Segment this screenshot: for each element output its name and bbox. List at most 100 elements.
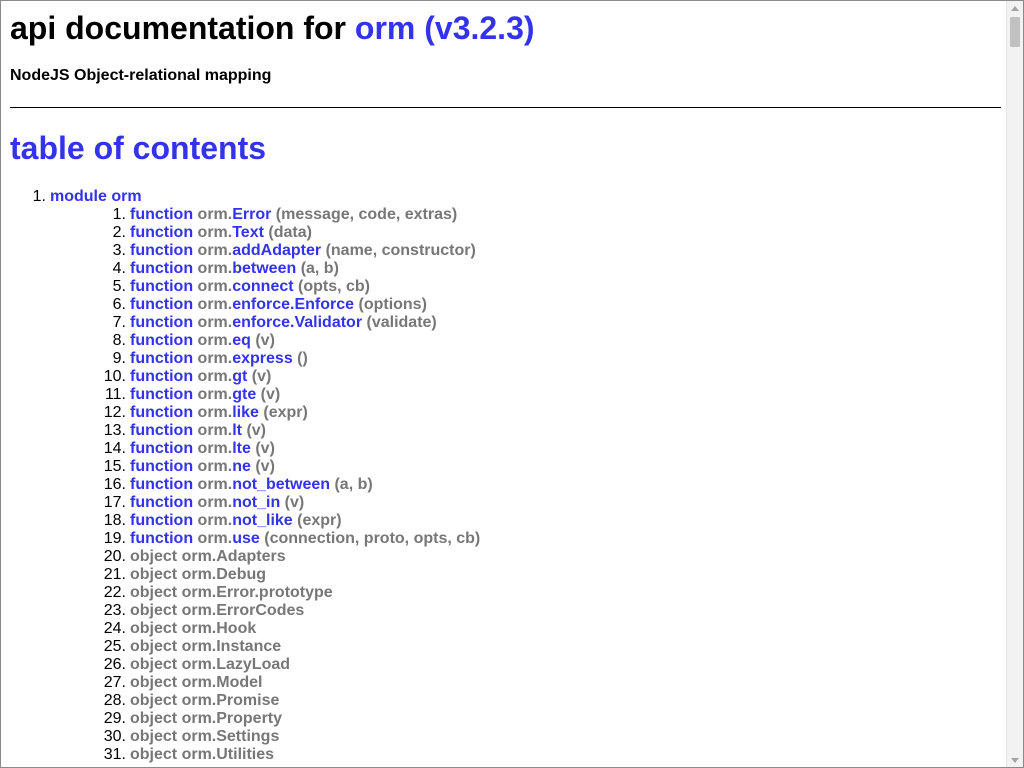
object-link[interactable]: object orm.Model (130, 674, 262, 691)
function-name-link[interactable]: between (232, 260, 296, 277)
object-link[interactable]: object orm.Property (130, 710, 282, 727)
scroll-down-arrow-icon[interactable] (1007, 753, 1023, 767)
function-keyword-link[interactable]: function (130, 224, 193, 241)
function-args: (v) (255, 440, 275, 457)
function-name-link[interactable]: addAdapter (232, 242, 321, 259)
function-args: (v) (246, 422, 267, 439)
toc-number: 8. (112, 332, 126, 349)
toc-number: 22. (103, 584, 126, 601)
function-keyword-link[interactable]: function (130, 476, 193, 493)
toc-object-item: 29. object orm.Property (50, 710, 480, 728)
function-name-link[interactable]: lte (232, 440, 251, 457)
function-keyword-link[interactable]: function (130, 386, 193, 403)
function-args: (message, code, extras) (275, 206, 458, 223)
object-link[interactable]: object orm.Promise (130, 692, 279, 709)
function-keyword-link[interactable]: function (130, 278, 193, 295)
function-keyword-link[interactable]: function (130, 368, 193, 385)
object-link[interactable]: object orm.Debug (130, 566, 266, 583)
toc-function-item: 18. function orm.not_like (expr) (50, 512, 480, 530)
toc-number: 12. (103, 404, 126, 421)
page-title-prefix: api documentation for (10, 10, 355, 46)
function-name-link[interactable]: Error (232, 206, 271, 223)
function-args: (connection, proto, opts, cb) (264, 530, 481, 547)
namespace-prefix: orm. (197, 512, 233, 529)
scroll-up-arrow-icon[interactable] (1007, 1, 1023, 15)
function-name-link[interactable]: gt (232, 368, 247, 385)
object-link[interactable]: object orm.Instance (130, 638, 281, 655)
function-name-link[interactable]: gte (232, 386, 256, 403)
function-name-link[interactable]: lt (232, 422, 242, 439)
function-name-link[interactable]: not_like (232, 512, 292, 529)
function-name-link[interactable]: ne (232, 458, 251, 475)
function-name-link[interactable]: not_in (232, 494, 280, 511)
object-link[interactable]: object orm.Adapters (130, 548, 286, 565)
toc-number: 19. (103, 530, 126, 547)
function-keyword-link[interactable]: function (130, 458, 193, 475)
function-args: (name, constructor) (325, 242, 476, 259)
toc-object-item: 27. object orm.Model (50, 674, 480, 692)
toc-number: 9. (112, 350, 126, 367)
function-keyword-link[interactable]: function (130, 206, 193, 223)
namespace-prefix: orm. (197, 332, 233, 349)
function-keyword-link[interactable]: function (130, 350, 193, 367)
module-version-link[interactable]: orm (v3.2.3) (355, 10, 535, 46)
toc-function-item: 7. function orm.enforce.Validator (valida… (50, 314, 480, 332)
toc-object-item: 24. object orm.Hook (50, 620, 480, 638)
function-keyword-link[interactable]: function (130, 422, 193, 439)
toc-number: 20. (103, 548, 126, 565)
function-name-link[interactable]: enforce.Validator (232, 314, 362, 331)
function-name-link[interactable]: use (232, 530, 260, 547)
function-name-link[interactable]: connect (232, 278, 293, 295)
function-keyword-link[interactable]: function (130, 494, 193, 511)
function-keyword-link[interactable]: function (130, 404, 193, 421)
function-keyword-link[interactable]: function (130, 512, 193, 529)
function-args: (data) (268, 224, 312, 241)
toc-function-item: 3. function orm.addAdapter (name, constru… (50, 242, 480, 260)
toc-module-link[interactable]: module orm (50, 188, 142, 205)
browser-viewport: api documentation for orm (v3.2.3) NodeJ… (0, 0, 1024, 768)
object-link[interactable]: object orm.Error.prototype (130, 584, 333, 601)
function-keyword-link[interactable]: function (130, 332, 193, 349)
namespace-prefix: orm. (197, 260, 233, 277)
vertical-scrollbar[interactable] (1006, 1, 1023, 767)
function-name-link[interactable]: like (232, 404, 259, 421)
function-keyword-link[interactable]: function (130, 440, 193, 457)
function-name-link[interactable]: eq (232, 332, 251, 349)
toc-number: 31. (103, 746, 126, 763)
object-link[interactable]: object orm.Hook (130, 620, 256, 637)
namespace-prefix: orm. (197, 458, 233, 475)
object-link[interactable]: object orm.Utilities (130, 746, 274, 763)
toc-object-item: 21. object orm.Debug (50, 566, 480, 584)
namespace-prefix: orm. (197, 404, 233, 421)
horizontal-divider (10, 107, 1001, 108)
function-name-link[interactable]: not_between (232, 476, 330, 493)
function-keyword-link[interactable]: function (130, 296, 193, 313)
toc-function-item: 8. function orm.eq (v) (50, 332, 480, 350)
function-keyword-link[interactable]: function (130, 242, 193, 259)
toc-number: 25. (103, 638, 126, 655)
function-name-link[interactable]: Text (232, 224, 264, 241)
scrollbar-thumb[interactable] (1010, 17, 1020, 47)
toc-object-item: 31. object orm.Utilities (50, 746, 480, 764)
toc-function-item: 12. function orm.like (expr) (50, 404, 480, 422)
toc-function-item: 15. function orm.ne (v) (50, 458, 480, 476)
object-link[interactable]: object orm.ErrorCodes (130, 602, 304, 619)
function-args: (expr) (297, 512, 342, 529)
function-keyword-link[interactable]: function (130, 314, 193, 331)
toc-function-item: 13. function orm.lt (v) (50, 422, 480, 440)
function-args: (v) (284, 494, 305, 511)
table-of-contents: 1. module orm 1. function orm.Error (mess… (10, 188, 481, 764)
function-name-link[interactable]: express (232, 350, 293, 367)
object-link[interactable]: object orm.LazyLoad (130, 656, 290, 673)
toc-function-item: 1. function orm.Error (message, code, ext… (50, 206, 480, 224)
toc-number: 30. (103, 728, 126, 745)
object-link[interactable]: object orm.Settings (130, 728, 279, 745)
function-keyword-link[interactable]: function (130, 530, 193, 547)
function-name-link[interactable]: enforce.Enforce (232, 296, 354, 313)
toc-number: 17. (103, 494, 126, 511)
function-keyword-link[interactable]: function (130, 260, 193, 277)
toc-sublist: 1. function orm.Error (message, code, ext… (50, 206, 480, 764)
toc-number: 18. (103, 512, 126, 529)
namespace-prefix: orm. (197, 440, 233, 457)
toc-number: 21. (103, 566, 126, 583)
